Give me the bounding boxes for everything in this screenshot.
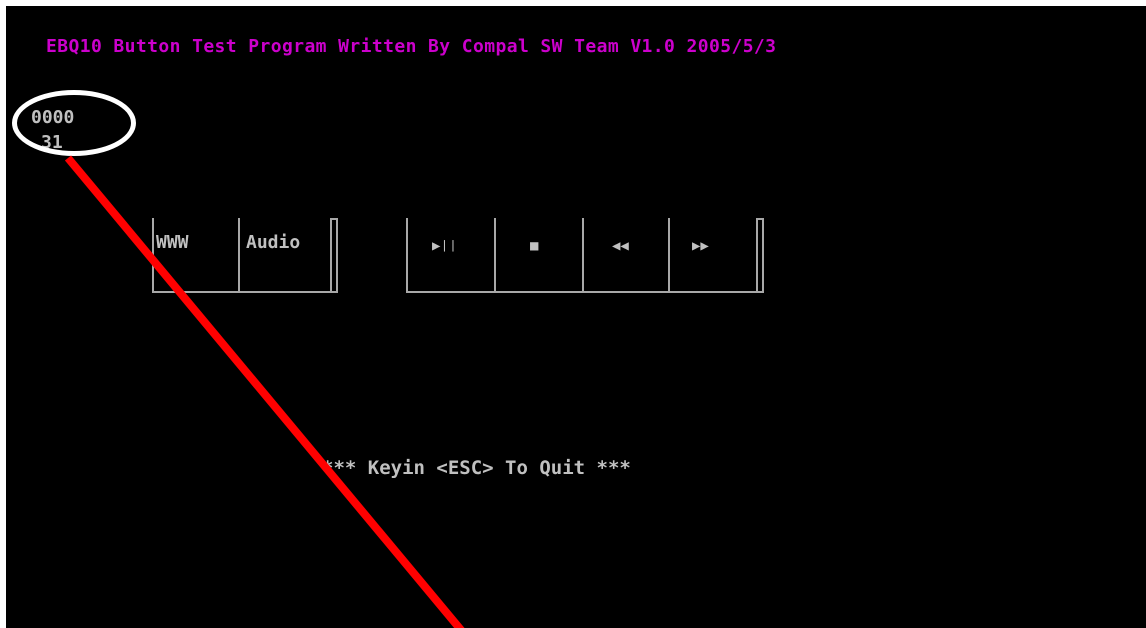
dos-console-screen: EBQ10 Button Test Program Written By Com… bbox=[6, 6, 1146, 628]
annotation-arrow-line bbox=[64, 155, 465, 628]
annotation-arrow bbox=[64, 155, 465, 628]
